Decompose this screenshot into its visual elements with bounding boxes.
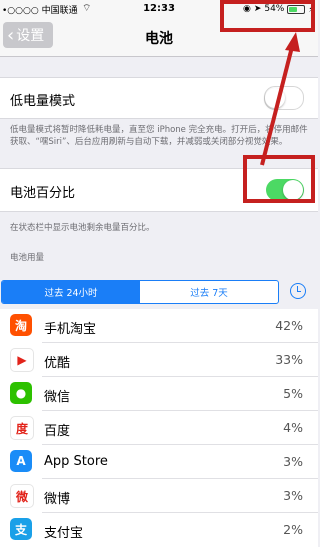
annotation-arrow [260,32,300,166]
